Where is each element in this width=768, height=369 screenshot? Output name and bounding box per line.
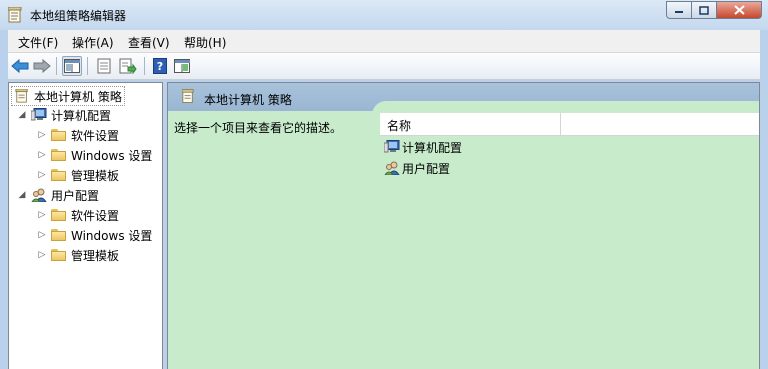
forward-arrow-icon (33, 59, 51, 73)
collapsed-arrow-icon[interactable]: ▷ (37, 210, 47, 220)
collapsed-arrow-icon[interactable]: ▷ (37, 230, 47, 240)
navigation-tree: 本地计算机 策略 ◢ 计算机配置 ▷ 软件设置 ▷ Windows 设置 ▷ 管… (8, 82, 163, 369)
expanded-arrow-icon[interactable]: ◢ (17, 110, 27, 120)
svg-text:?: ? (157, 60, 163, 73)
tree-item-user-config[interactable]: ◢ 用户配置 (17, 186, 99, 204)
content-pane: 本地计算机 策略 选择一个项目来查看它的描述。 名称 计算机配置 用户配置 (167, 82, 760, 369)
window-controls (666, 1, 762, 20)
computer-icon (384, 140, 400, 153)
tree-item-label: Windows 设置 (71, 148, 153, 163)
show-hide-tree-icon (64, 59, 80, 73)
menu-action[interactable]: 操作(A) (72, 34, 114, 51)
forward-button[interactable] (32, 56, 52, 76)
toolbar-separator (87, 57, 88, 75)
folder-icon (51, 149, 67, 161)
menu-file[interactable]: 文件(F) (18, 34, 58, 51)
folder-icon (51, 169, 67, 181)
tree-item-computer-software-settings[interactable]: ▷ 软件设置 (37, 126, 119, 144)
window-title: 本地组策略编辑器 (30, 9, 127, 23)
policy-document-icon (182, 89, 194, 103)
tree-item-root[interactable]: 本地计算机 策略 (11, 86, 125, 106)
policy-document-icon (15, 89, 28, 103)
minimize-button[interactable] (666, 1, 692, 19)
export-list-button[interactable] (118, 56, 138, 76)
toolbar: ? (8, 53, 760, 80)
back-button[interactable] (10, 56, 30, 76)
title-bar: 本地组策略编辑器 (0, 0, 768, 30)
properties-icon (97, 58, 111, 74)
properties-button[interactable] (94, 56, 114, 76)
tree-item-computer-windows-settings[interactable]: ▷ Windows 设置 (37, 146, 153, 164)
list-item-label: 计算机配置 (402, 140, 463, 155)
collapsed-arrow-icon[interactable]: ▷ (37, 170, 47, 180)
list-item-computer-config[interactable]: 计算机配置 (384, 138, 462, 156)
tree-item-user-admin-templates[interactable]: ▷ 管理模板 (37, 246, 119, 264)
minimize-icon (675, 11, 683, 13)
help-icon: ? (153, 58, 167, 74)
folder-icon (51, 129, 67, 141)
maximize-button[interactable] (692, 1, 717, 19)
back-arrow-icon (11, 59, 29, 73)
tree-item-computer-admin-templates[interactable]: ▷ 管理模板 (37, 166, 119, 184)
tree-item-label: 管理模板 (71, 168, 120, 183)
tree-item-label: 软件设置 (71, 208, 120, 223)
tree-item-label: 软件设置 (71, 128, 120, 143)
computer-icon (31, 108, 47, 121)
tree-item-label: Windows 设置 (71, 228, 153, 243)
show-hide-action-pane-button[interactable] (172, 56, 192, 76)
tree-item-label: 管理模板 (71, 248, 120, 263)
show-hide-tree-button[interactable] (62, 56, 82, 76)
close-button[interactable] (717, 1, 762, 19)
policy-document-icon (8, 7, 22, 23)
tree-item-label: 用户配置 (51, 188, 100, 203)
folder-icon (51, 249, 67, 261)
list-item-user-config[interactable]: 用户配置 (384, 159, 450, 177)
description-text: 选择一个项目来查看它的描述。 (174, 121, 343, 135)
column-label: 名称 (387, 119, 412, 133)
toolbar-separator (144, 57, 145, 75)
maximize-icon (699, 5, 709, 15)
tree-item-user-software-settings[interactable]: ▷ 软件设置 (37, 206, 119, 224)
users-icon (31, 188, 47, 202)
folder-icon (51, 229, 67, 241)
list-header: 名称 (380, 113, 759, 136)
menu-help[interactable]: 帮助(H) (184, 34, 226, 51)
collapsed-arrow-icon[interactable]: ▷ (37, 250, 47, 260)
folder-icon (51, 209, 67, 221)
menu-view[interactable]: 查看(V) (128, 34, 170, 51)
export-list-icon (119, 58, 137, 74)
column-header-name[interactable]: 名称 (380, 113, 561, 135)
close-icon (733, 5, 745, 15)
show-hide-action-pane-icon (174, 59, 190, 73)
tree-item-label: 计算机配置 (51, 108, 112, 123)
tree-item-computer-config[interactable]: ◢ 计算机配置 (17, 106, 111, 124)
collapsed-arrow-icon[interactable]: ▷ (37, 130, 47, 140)
expanded-arrow-icon[interactable]: ◢ (17, 190, 27, 200)
list-item-label: 用户配置 (402, 161, 451, 176)
collapsed-arrow-icon[interactable]: ▷ (37, 150, 47, 160)
content-title: 本地计算机 策略 (204, 93, 292, 107)
tree-item-label: 本地计算机 策略 (34, 89, 122, 104)
toolbar-separator (56, 57, 57, 75)
users-icon (384, 161, 400, 175)
help-button[interactable]: ? (150, 56, 170, 76)
menu-bar: 文件(F) 操作(A) 查看(V) 帮助(H) (8, 30, 760, 53)
tree-item-user-windows-settings[interactable]: ▷ Windows 设置 (37, 226, 153, 244)
